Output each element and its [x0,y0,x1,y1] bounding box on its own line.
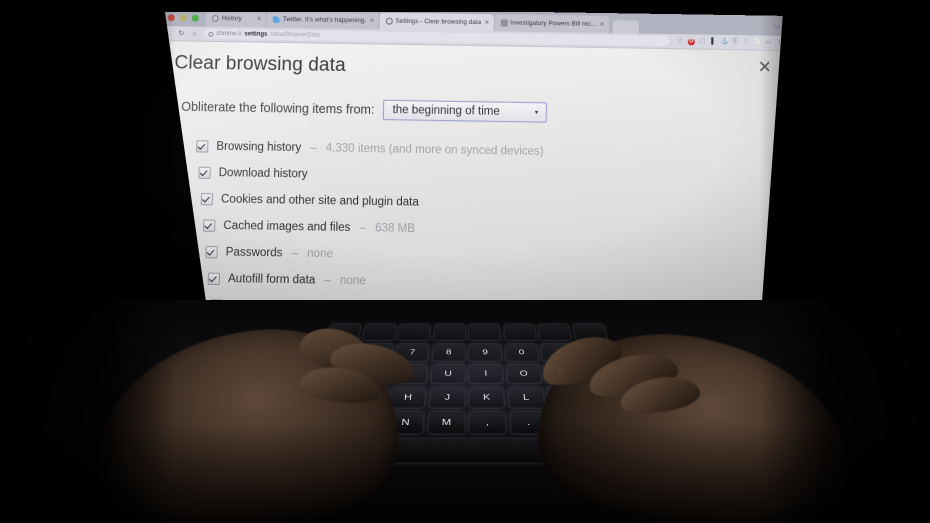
key-comma[interactable]: , [469,411,507,434]
checkbox[interactable] [196,140,209,153]
checkbox[interactable] [205,246,218,259]
key-k[interactable]: K [469,387,505,408]
time-range-row: Obliterate the following items from: the… [181,97,783,127]
key-9[interactable]: 9 [469,343,502,361]
checkbox[interactable] [207,272,221,286]
minimize-window-button[interactable] [179,14,187,22]
cast-icon[interactable]: ▭ [765,39,772,46]
time-range-label: Obliterate the following items from: [181,99,375,117]
extension-icon[interactable]: ⬚ [699,38,706,45]
twitter-icon [272,15,280,23]
back-icon[interactable]: ← [165,30,172,37]
checkbox[interactable] [203,219,216,232]
photo-of-laptop-screen: History ✕ Twitter. It's what's happening… [0,0,930,523]
key[interactable] [469,324,501,341]
checkbox-label: Autofill form data [227,272,316,287]
checkbox-label: Cached images and files [223,219,351,235]
separator-dash: – [359,221,367,235]
key[interactable] [362,324,396,341]
chevron-down-icon: ▾ [534,109,539,117]
tab-title: History [221,15,242,23]
reload-icon[interactable]: ↻ [177,30,185,37]
chrome-menu-icon[interactable]: ⋮ [776,39,783,46]
time-range-value: the beginning of time [392,104,500,118]
tab-twitter[interactable]: Twitter. It's what's happening. ✕ [266,12,379,30]
close-window-button[interactable] [167,14,175,22]
close-icon[interactable]: ✕ [758,58,772,77]
close-icon[interactable]: ✕ [369,17,374,24]
tab-settings-clear-browsing-data[interactable]: Settings - Clear browsing data ✕ [379,12,494,32]
close-icon[interactable]: ✕ [484,19,489,26]
separator-dash: – [310,142,317,155]
checkbox-label: Browsing history [216,140,302,155]
tab-title: Settings - Clear browsing data [395,17,482,27]
settings-page: ✕ Clear browsing data Obliterate the fol… [165,41,783,302]
bookmark-star-icon[interactable]: ☆ [677,38,684,45]
checkbox-label: Download history [218,166,308,181]
key-space[interactable] [372,438,562,463]
extension-icons: ☆ O ⬚ ▌ ⚓ Ⓛ ♡ ⬜ ▭ ⋮ [675,38,783,47]
close-icon[interactable]: ✕ [599,21,604,28]
checkbox-meta: 638 MB [374,222,416,236]
url-host: settings [244,31,268,38]
url-scheme: chrome:// [216,30,242,38]
shield-icon[interactable]: ♡ [743,39,750,46]
time-range-select[interactable]: the beginning of time ▾ [383,99,548,123]
key-0[interactable]: 0 [505,343,539,361]
checkbox-label: Passwords [225,246,283,260]
new-tab-button[interactable] [612,20,639,34]
screenshot-icon[interactable]: ⬜ [754,39,762,46]
key-m[interactable]: M [427,411,465,434]
checkbox-meta: none [307,247,334,261]
key[interactable] [538,324,572,341]
key-h[interactable]: H [389,387,426,408]
adblock-icon[interactable]: ▌ [710,38,717,45]
lastpass-icon[interactable]: Ⓛ [732,39,739,46]
document-icon [500,19,508,27]
checkbox-meta: none [339,274,366,288]
page-title: Clear browsing data [174,52,346,77]
key-o[interactable]: O [506,364,542,384]
key[interactable] [503,324,536,341]
url-path: /clearBrowserData [270,31,320,39]
pocket-icon[interactable]: ⚓ [721,38,729,45]
checkbox-label: Cookies and other site and plugin data [220,193,419,209]
key-l[interactable]: L [508,387,545,408]
clear-data-checklist: Browsing history – 4,330 items (and more… [165,133,783,302]
zoom-window-button[interactable] [191,14,199,22]
key-i[interactable]: I [469,364,503,384]
key-j[interactable]: J [429,387,465,408]
tab-history[interactable]: History ✕ [205,12,266,28]
checkbox[interactable] [198,166,211,179]
window-controls [165,14,206,27]
checkbox[interactable] [200,193,214,206]
titlebar-user-label: Nic [774,24,783,31]
key-8[interactable]: 8 [432,343,465,361]
tab-investigatory-powers-bill[interactable]: Investigatory Powers Bill rec... ✕ [494,14,609,34]
key[interactable] [398,324,431,341]
checkbox-meta: 4,330 items (and more on synced devices) [325,142,544,158]
home-icon[interactable]: ⌂ [190,30,198,37]
tab-title: Investigatory Powers Bill rec... [510,19,597,28]
chrome-browser-window: History ✕ Twitter. It's what's happening… [165,12,783,302]
close-icon[interactable]: ✕ [257,16,262,23]
page-info-icon[interactable] [208,31,214,37]
gear-icon [385,17,393,25]
tab-title: Twitter. It's what's happening. [282,15,367,25]
separator-dash: – [324,274,331,287]
separator-dash: – [291,247,299,260]
key[interactable] [433,324,465,341]
opera-extension-icon[interactable]: O [687,37,695,45]
key-u[interactable]: U [431,364,465,384]
clock-icon [211,14,219,22]
